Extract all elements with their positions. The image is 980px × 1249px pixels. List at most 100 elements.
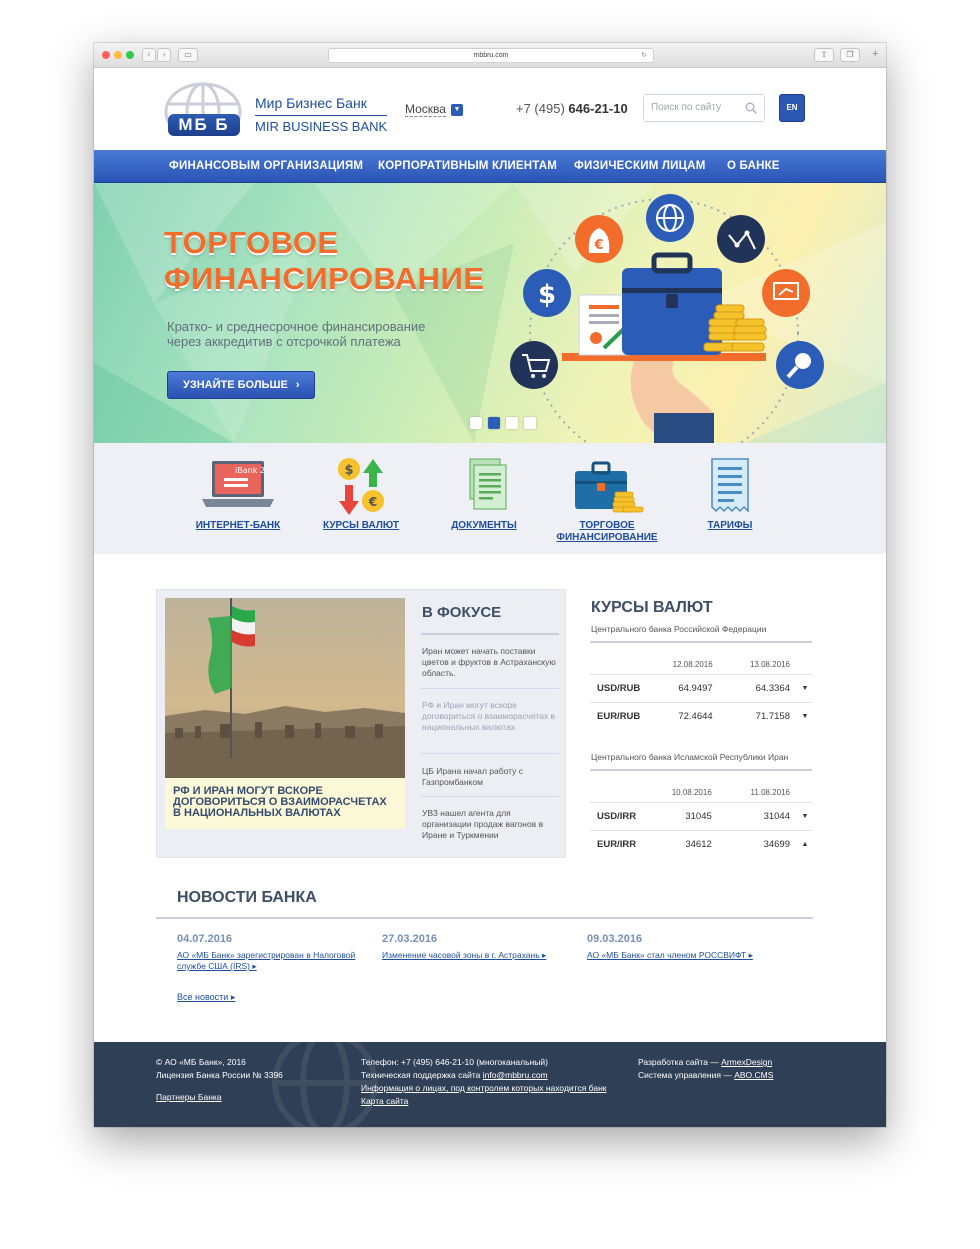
menu-item-individuals[interactable]: ФИЗИЧЕСКИМ ЛИЦАМ [574, 160, 706, 172]
footer-partners-link[interactable]: Партнеры Банка [156, 1092, 222, 1102]
rates-row: EUR/RUB 72.4644 71.7158 ▼ [590, 701, 812, 730]
rates-value: 72.4644 [659, 701, 741, 730]
quick-link-documents[interactable]: ДОКУМЕНТЫ [429, 457, 539, 532]
rates-value: 31044 [739, 801, 798, 830]
tabs-icon[interactable]: ❐ [840, 48, 860, 62]
arrow-right-icon: ▸ [748, 950, 753, 960]
rates-pair: USD/RUB [590, 673, 660, 702]
news-link[interactable]: АО «МБ Банк» зарегистрирован в Налоговой… [177, 950, 357, 972]
support-email-link[interactable]: info@mbbru.com [483, 1070, 548, 1080]
focus-news-item[interactable]: Иран может начать поставки цветов и фрук… [422, 646, 557, 679]
header-phone: +7 (495) 646-21-10 [516, 101, 628, 116]
developer-link[interactable]: ArmexDesign [721, 1057, 772, 1067]
news-link[interactable]: АО «МБ Банк» стал членом РОССВИФТ ▸ [587, 950, 767, 961]
footer-col-left: © АО «МБ Банк», 2016 Лицензия Банка Росс… [156, 1056, 283, 1104]
svg-text:€: € [368, 495, 377, 509]
news-link-text[interactable]: АО «МБ Банк» стал членом РОССВИФТ [587, 950, 746, 960]
news-item: 27.03.2016 Изменение часовой зоны в г. А… [382, 933, 562, 961]
hero-title: ТОРГОВОЕ ФИНАНСИРОВАНИЕ [164, 225, 485, 297]
footer-col-right: Разработка сайта — ArmexDesign Система у… [638, 1056, 773, 1082]
news-link[interactable]: Изменение часовой зоны в г. Астрахань ▸ [382, 950, 562, 961]
sidebar-icon[interactable]: ▭ [178, 48, 198, 62]
language-button[interactable]: EN [779, 94, 805, 122]
quick-link-internet-bank[interactable]: iBank 2 ИНТЕРНЕТ-БАНК [183, 457, 293, 532]
slide-dot-2[interactable] [488, 417, 500, 429]
footer-control-info-link[interactable]: Информация о лицах, под контролем которы… [361, 1083, 607, 1093]
focus-news-item[interactable]: ЦБ Ирана начал работу с Газпромбанком [422, 766, 557, 788]
hero-subtitle: Кратко- и среднесрочное финансирование ч… [167, 319, 467, 349]
footer-cms-label: Система управления — [638, 1070, 732, 1080]
quick-link-trade-finance[interactable]: ТОРГОВОЕ ФИНАНСИРОВАНИЕ [552, 457, 662, 544]
laptop-icon: iBank 2 [202, 461, 274, 507]
rates-pair: EUR/IRR [590, 829, 657, 858]
learn-more-label: УЗНАЙТЕ БОЛЬШЕ [183, 379, 288, 391]
learn-more-button[interactable]: УЗНАЙТЕ БОЛЬШЕ › [167, 371, 315, 399]
focus-news-item[interactable]: УВЗ нашел агента для организации продаж … [422, 808, 557, 841]
footer-phone: Телефон: +7 (495) 646-21-10 (многоканаль… [361, 1057, 548, 1067]
url-text: mbbru.com [473, 52, 509, 59]
bank-name-divider [255, 115, 387, 116]
news-title: НОВОСТИ БАНКА [177, 889, 317, 906]
rates-row: USD/IRR 31045 31044 ▼ [590, 801, 812, 830]
menu-item-corporate[interactable]: КОРПОРАТИВНЫМ КЛИЕНТАМ [378, 160, 557, 172]
menu-item-about[interactable]: О БАНКЕ [727, 160, 780, 172]
quick-link-rates[interactable]: $ € КУРСЫ ВАЛЮТ [306, 457, 416, 532]
hero-title-line2: ФИНАНСИРОВАНИЕ [164, 261, 485, 296]
hero-banner: ТОРГОВОЕ ФИНАНСИРОВАНИЕ Кратко- и средне… [94, 183, 886, 443]
city-selector[interactable]: Москва [405, 102, 446, 117]
news-link-text[interactable]: Изменение часовой зоны в г. Астрахань [382, 950, 540, 960]
documents-icon [469, 458, 507, 510]
address-bar[interactable]: mbbru.com ↻ [328, 48, 654, 63]
focus-news-item-active[interactable]: РФ и Иран могут вскоре договориться о вз… [422, 700, 557, 733]
arrow-right-icon: ▸ [252, 961, 257, 971]
rates-divider [590, 769, 812, 771]
currency-exchange-icon: $ € [338, 458, 384, 515]
close-window-button[interactable] [102, 51, 110, 59]
back-arrow-icon[interactable]: ‹ [142, 48, 156, 62]
cms-link[interactable]: ABO.CMS [734, 1070, 773, 1080]
search-placeholder: Поиск по сайту [651, 102, 722, 113]
footer-dev-label: Разработка сайта — [638, 1057, 719, 1067]
quick-link-label: КУРСЫ ВАЛЮТ [322, 520, 400, 531]
quick-link-tariffs[interactable]: ТАРИФЫ [675, 457, 785, 532]
minimize-window-button[interactable] [114, 51, 122, 59]
rates-value: 31045 [656, 801, 740, 830]
reload-icon[interactable]: ↻ [641, 49, 647, 62]
arrow-right-icon: ▸ [542, 950, 547, 960]
news-date: 27.03.2016 [382, 933, 438, 945]
maximize-window-button[interactable] [126, 51, 134, 59]
footer-dev: Разработка сайта — ArmexDesign [638, 1056, 773, 1069]
quick-link-label: ДОКУМЕНТЫ [451, 520, 517, 531]
bank-name-ru: Мир Бизнес Банк [255, 95, 367, 111]
search-input[interactable]: Поиск по сайту [643, 94, 765, 122]
main-menu: ФИНАНСОВЫМ ОРГАНИЗАЦИЯМ КОРПОРАТИВНЫМ КЛ… [94, 150, 886, 183]
trade-finance-illustration: € $ [510, 194, 824, 443]
quick-link-label: ТОРГОВОЕ ФИНАНСИРОВАНИЕ [552, 520, 662, 544]
arrow-right-icon: ▸ [230, 992, 236, 1002]
rates-pair: EUR/RUB [590, 701, 660, 730]
rates-value: 34699 [739, 829, 798, 858]
focus-photo-caption[interactable]: РФ И ИРАН МОГУТ ВСКОРЕ ДОГОВОРИТЬСЯ О ВЗ… [165, 778, 405, 829]
new-tab-icon[interactable]: + [872, 48, 878, 60]
news-link-text[interactable]: АО «МБ Банк» зарегистрирован в Налоговой… [177, 950, 355, 971]
laptop-icon-text: iBank 2 [235, 466, 265, 475]
slide-dot-1[interactable] [470, 417, 482, 429]
chevron-down-icon[interactable]: ▼ [451, 104, 463, 116]
svg-text:$: $ [538, 280, 556, 310]
forward-arrow-icon[interactable]: › [157, 48, 171, 62]
rates-date-col: 10.08.2016 [671, 787, 712, 797]
browser-window: ‹ › ▭ mbbru.com ↻ ⇧ ❐ + МБ Б Мир Бизнес … [94, 43, 886, 1127]
receipt-icon [711, 458, 749, 513]
footer-sitemap-link[interactable]: Карта сайта [361, 1096, 408, 1106]
focus-photo-image[interactable] [165, 598, 405, 778]
rates-date-col: 12.08.2016 [672, 659, 713, 669]
menu-item-financial-orgs[interactable]: ФИНАНСОВЫМ ОРГАНИЗАЦИЯМ [169, 160, 363, 172]
all-news-link[interactable]: Все новости ▸ [177, 992, 235, 1003]
logo-badge[interactable]: МБ Б [168, 114, 240, 136]
share-icon[interactable]: ⇧ [814, 48, 834, 62]
all-news-text[interactable]: Все новости [177, 992, 228, 1002]
quick-link-label-line1: ТОРГОВОЕ [579, 520, 635, 531]
search-icon[interactable] [745, 102, 757, 114]
rates-pair: USD/IRR [590, 801, 657, 830]
svg-text:€: € [593, 238, 603, 253]
